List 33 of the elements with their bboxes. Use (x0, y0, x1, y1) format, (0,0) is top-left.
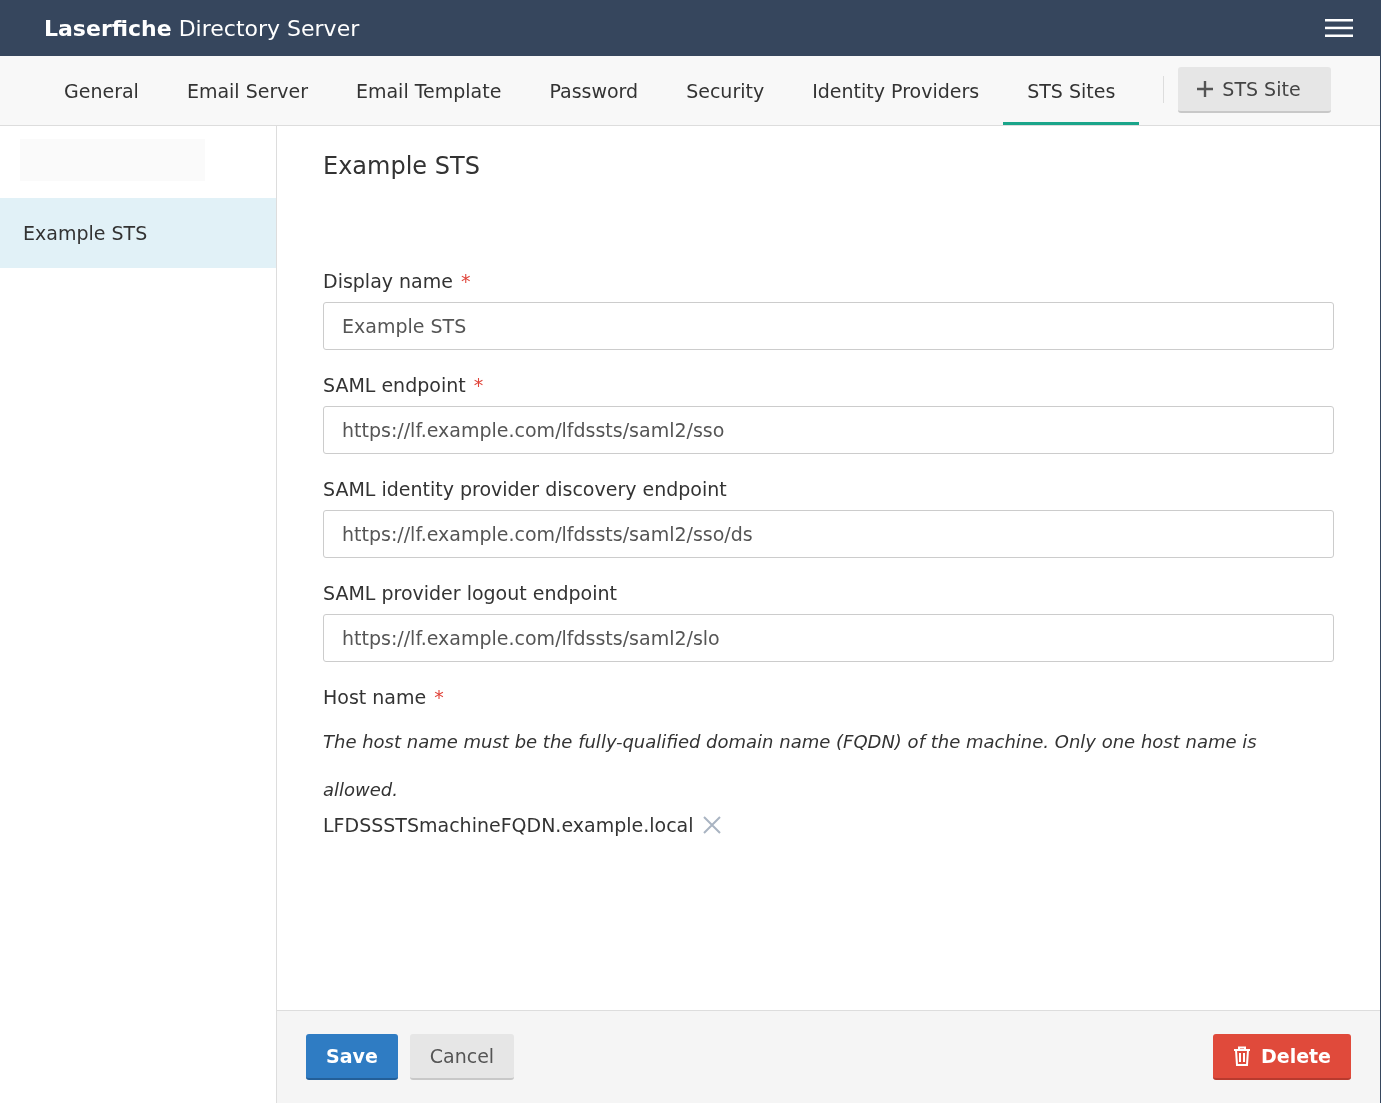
trash-icon (1232, 1046, 1251, 1066)
add-sts-site-button[interactable]: STS Site (1178, 67, 1332, 113)
tab[interactable]: Password (525, 56, 663, 125)
tab[interactable]: Identity Providers (788, 56, 1004, 125)
tab[interactable]: General (40, 56, 163, 125)
tab[interactable]: STS Sites (1003, 56, 1140, 125)
field-label: SAML identity provider discovery endpoint (323, 478, 727, 500)
tab[interactable]: Email Server (162, 56, 332, 125)
field-label: Display name (323, 270, 453, 292)
required-mark: * (473, 374, 484, 396)
input-field[interactable]: https://lf.example.com/lfdssts/saml2/slo (323, 614, 1334, 662)
tab[interactable]: Security (662, 56, 789, 125)
plus-icon (1196, 80, 1215, 98)
app-title: Directory Server (178, 15, 360, 41)
field-label: Host name (323, 686, 427, 708)
host-name: LFDSSSTSmachineFQDN.example.local (323, 814, 694, 836)
input-field[interactable]: Example STS (323, 302, 1334, 350)
field-label: SAML provider logout endpoint (323, 582, 617, 604)
required-mark: * (434, 686, 444, 708)
app-title-brand: Laserfiche (44, 15, 172, 41)
sidebar-item[interactable]: Example STS (0, 198, 276, 268)
save-button[interactable]: Save (306, 1034, 398, 1080)
input-field[interactable]: https://lf.example.com/lfdssts/saml2/sso/ds (323, 510, 1334, 558)
delete-button[interactable]: Delete (1212, 1034, 1351, 1080)
input-field[interactable]: https://lf.example.com/lfdssts/saml2/sso (323, 406, 1334, 454)
menu-icon[interactable] (1325, 18, 1353, 38)
field-label: SAML endpoint (323, 374, 466, 396)
remove-icon[interactable] (701, 815, 722, 835)
cancel-button[interactable]: Cancel (409, 1034, 515, 1080)
required-mark: * (460, 270, 471, 292)
tab[interactable]: Email Template (331, 56, 526, 125)
form-title: Example STS (323, 152, 481, 180)
hint-text: The host name must be the fully-qualified domain name (FQDN) of the machine. Only one host name is allowed. (323, 730, 1258, 802)
